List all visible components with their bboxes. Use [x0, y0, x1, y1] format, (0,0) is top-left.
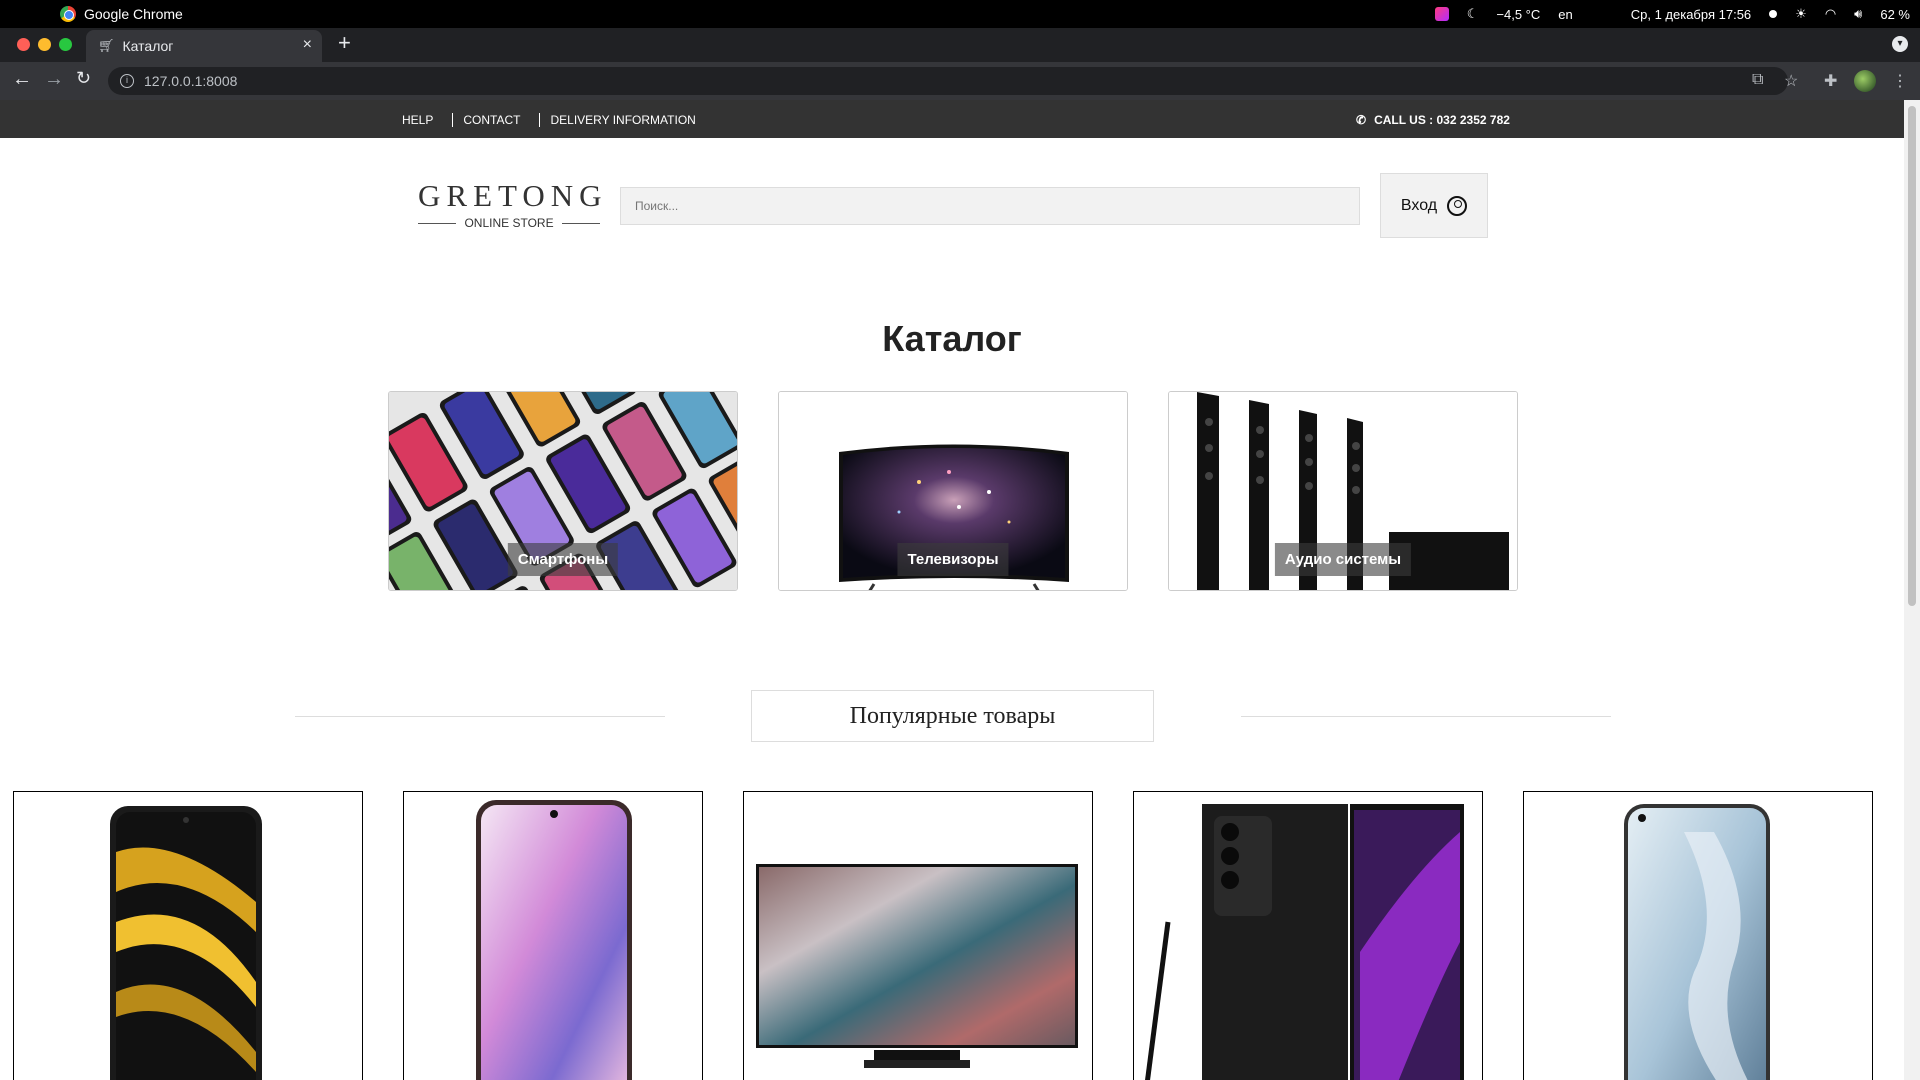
user-icon — [1447, 195, 1468, 216]
window-controls — [17, 38, 72, 51]
top-nav-links: HELP CONTACT DELIVERY INFORMATION — [402, 113, 696, 127]
nav-divider — [452, 113, 454, 127]
call-us-text: CALL US : 032 2352 782 — [1374, 113, 1510, 127]
tab-title: Каталог — [122, 38, 174, 54]
weather-text[interactable]: −4,5 °C — [1496, 7, 1540, 22]
app-indicator-icon[interactable] — [1434, 7, 1449, 21]
divider-left — [295, 716, 665, 717]
bookmark-star-icon[interactable]: ☆ — [1784, 71, 1798, 91]
maximize-window-button[interactable] — [59, 38, 72, 51]
translate-icon[interactable]: ⧉ — [1752, 71, 1763, 89]
notification-dot-icon — [1769, 10, 1778, 18]
product-image — [1145, 804, 1464, 1080]
tab-catalog[interactable]: 🛒︎ Каталог × — [86, 30, 322, 62]
app-name: Google Chrome — [84, 6, 183, 22]
address-bar[interactable]: i 127.0.0.1:8008 — [108, 67, 1788, 95]
product-card[interactable] — [403, 791, 703, 1080]
cart-icon: 🛒︎ — [98, 38, 115, 53]
battery-text[interactable]: 62 % — [1880, 7, 1910, 22]
login-button[interactable]: Вход — [1380, 173, 1488, 238]
nav-help-link[interactable]: HELP — [402, 113, 433, 127]
site-logo[interactable]: GRETONG ONLINE STORE — [418, 178, 608, 230]
os-status-area: ☾ −4,5 °C en Ср, 1 декабря 17:56 ☀ ◠ 🔊︎ … — [1434, 6, 1910, 22]
profile-avatar[interactable] — [1854, 70, 1876, 92]
page-scrollbar[interactable] — [1904, 100, 1920, 1080]
language-indicator[interactable]: en — [1558, 7, 1572, 22]
category-label: Смартфоны — [507, 543, 619, 576]
category-card-audio[interactable]: Аудио системы — [1168, 391, 1518, 591]
category-label: Телевизоры — [897, 543, 1009, 576]
back-icon[interactable]: ← — [12, 68, 32, 91]
call-us: ✆ CALL US : 032 2352 782 — [1356, 113, 1510, 127]
product-card[interactable] — [743, 791, 1093, 1080]
site-info-icon[interactable]: i — [120, 74, 134, 88]
site-top-nav: HELP CONTACT DELIVERY INFORMATION ✆ CALL… — [0, 100, 1904, 138]
product-card[interactable] — [13, 791, 363, 1080]
url-text[interactable]: 127.0.0.1:8008 — [144, 73, 237, 89]
reload-icon[interactable]: ↻ — [76, 68, 91, 89]
close-window-button[interactable] — [17, 38, 30, 51]
tab-strip: 🛒︎ Каталог × — [0, 28, 1920, 62]
web-page: HELP CONTACT DELIVERY INFORMATION ✆ CALL… — [0, 100, 1904, 1080]
category-card-smartphones[interactable]: Смартфоны — [388, 391, 738, 591]
nav-contact-link[interactable]: CONTACT — [463, 113, 520, 127]
browser-toolbar: ← → ↻ i 127.0.0.1:8008 ⧉ ☆ ✚ ⋮ — [0, 62, 1920, 100]
logo-name: GRETONG — [418, 178, 608, 213]
scrollbar-thumb[interactable] — [1908, 106, 1916, 606]
catalog-heading: Каталог — [882, 318, 1022, 359]
night-mode-icon[interactable]: ☾ — [1467, 6, 1479, 22]
search-input[interactable] — [620, 187, 1360, 225]
browser-menu-icon[interactable]: ⋮ — [1892, 71, 1908, 91]
popular-section-header: Популярные товары — [0, 690, 1904, 742]
wifi-icon[interactable]: ◠ — [1825, 6, 1836, 22]
product-image — [1624, 804, 1770, 1080]
minimize-window-button[interactable] — [38, 38, 51, 51]
category-card-tvs[interactable]: Телевизоры — [778, 391, 1128, 591]
product-card[interactable] — [1133, 791, 1483, 1080]
volume-icon[interactable]: 🔊︎ — [1854, 6, 1862, 22]
phone-icon: ✆ — [1356, 113, 1367, 127]
extensions-icon[interactable]: ✚ — [1824, 71, 1837, 91]
product-image — [476, 800, 632, 1080]
product-image — [756, 864, 1078, 1068]
logo-subtitle: ONLINE STORE — [418, 216, 600, 230]
chrome-icon — [60, 6, 76, 22]
divider-right — [1241, 716, 1611, 717]
nav-delivery-link[interactable]: DELIVERY INFORMATION — [550, 113, 695, 127]
popular-heading: Популярные товары — [751, 690, 1154, 742]
active-app[interactable]: Google Chrome — [60, 6, 183, 22]
new-tab-button[interactable]: + — [338, 30, 351, 56]
product-card[interactable] — [1523, 791, 1873, 1080]
clock[interactable]: Ср, 1 декабря 17:56 — [1631, 7, 1751, 22]
close-tab-icon[interactable]: × — [303, 36, 312, 54]
os-top-bar: Google Chrome ☾ −4,5 °C en Ср, 1 декабря… — [0, 0, 1920, 28]
login-label: Вход — [1400, 196, 1438, 214]
tab-search-icon[interactable]: ▾ — [1892, 36, 1908, 52]
category-label: Аудио системы — [1274, 543, 1412, 576]
forward-icon[interactable]: → — [44, 68, 64, 91]
product-image — [110, 806, 262, 1080]
nav-divider — [539, 113, 541, 127]
brightness-icon[interactable]: ☀ — [1795, 6, 1807, 22]
